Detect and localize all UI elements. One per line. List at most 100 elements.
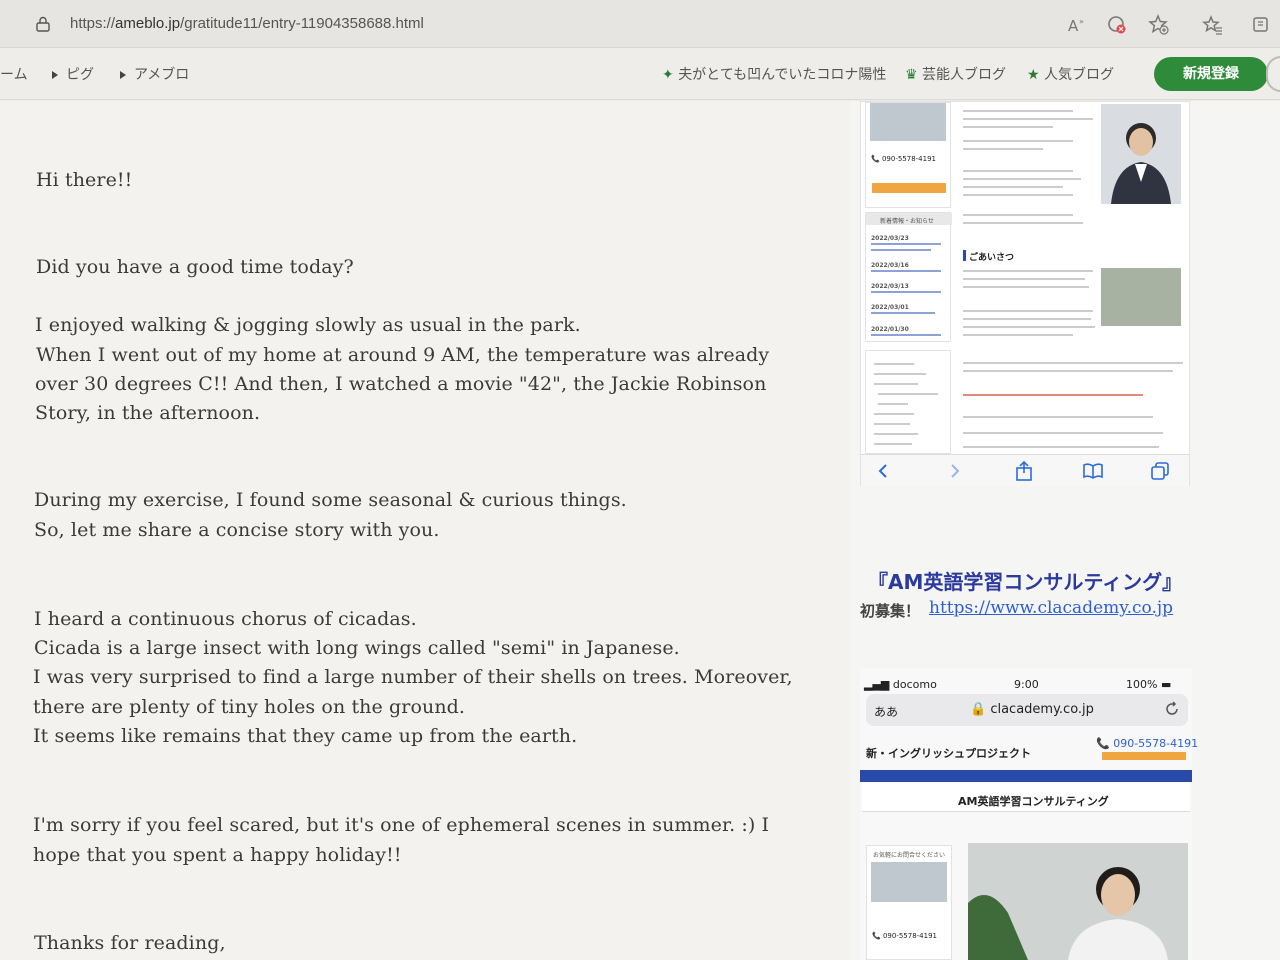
menu-line[interactable]: [878, 403, 908, 405]
text-line: [963, 148, 1043, 150]
phone-nav-bar[interactable]: [860, 770, 1192, 782]
svg-text:»: »: [1079, 17, 1084, 26]
am-consulting-title: 『AM英語学習コンサルティング』: [868, 570, 1183, 594]
paragraph-line: there are plenty of tiny holes on the gr…: [33, 696, 466, 718]
phone-number: 📞 090-5578-4191: [1096, 737, 1199, 750]
phone-time: 9:00: [1014, 678, 1039, 691]
phone-contact-heading: お気軽にお問合せください: [873, 852, 946, 859]
text-line: [963, 270, 1093, 272]
person-icon: [968, 867, 1168, 960]
favorites-icon[interactable]: [1202, 14, 1224, 36]
crown-icon: ♛: [905, 67, 923, 83]
heading-marker: [963, 250, 966, 261]
greeting-text: Hi there!!: [36, 169, 133, 191]
phone-project-title: 新・イングリッシュプロジェクト: [866, 747, 1031, 760]
contact-box: 📞 090-5578-4191: [865, 102, 951, 208]
contact-phone: 📞 090-5578-4191: [872, 932, 937, 940]
phone-contact-box: お気軽にお問合せください 📞 090-5578-4191: [866, 845, 952, 960]
menu-line[interactable]: [874, 423, 910, 425]
nav-home[interactable]: ーム: [0, 64, 28, 84]
menu-line[interactable]: [874, 413, 914, 415]
text-line: [963, 278, 1085, 280]
recruit-link[interactable]: https://www.clacademy.co.jp: [929, 598, 1173, 618]
sparkle-icon: ✦: [662, 67, 679, 83]
phone-banner: AM英語学習コンサルティング: [862, 782, 1190, 812]
nav-ameblo[interactable]: アメブロ: [120, 64, 189, 84]
text-line: [963, 222, 1083, 224]
tabs-icon[interactable]: [1151, 462, 1169, 480]
text-line: [963, 178, 1081, 180]
text-line: [963, 140, 1073, 142]
address-bar[interactable]: https://ameblo.jp/gratitude11/entry-1190…: [0, 0, 1280, 48]
nav-celebrity-blog[interactable]: ♛ 芸能人ブログ: [905, 64, 1006, 84]
news-link-line[interactable]: [871, 249, 931, 251]
news-date: 2022/03/23: [871, 235, 909, 242]
news-header: 新着情報・お知らせ: [880, 218, 934, 225]
url-prefix: https://: [70, 15, 116, 32]
back-icon[interactable]: [877, 464, 889, 478]
text-line: [963, 318, 1091, 320]
paragraph-line: I'm sorry if you feel scared, but it's o…: [33, 814, 770, 836]
paragraph-line: Story, in the afternoon.: [35, 402, 261, 424]
paragraph-line: over 30 degrees C!! And then, I watched …: [35, 373, 767, 395]
paragraph-line: I enjoyed walking & jogging slowly as us…: [35, 314, 581, 336]
nav-popular-blog[interactable]: ★ 人気ブログ: [1027, 64, 1114, 84]
nav-pigg[interactable]: ピグ: [52, 64, 94, 84]
news-link-line[interactable]: [871, 270, 941, 272]
phone-contact-button[interactable]: [1102, 752, 1186, 760]
paragraph-line: So, let me share a concise story with yo…: [34, 519, 440, 541]
signal-icon: ▂▄▆: [864, 678, 893, 691]
news-date: 2022/03/16: [871, 262, 909, 269]
favorite-add-icon[interactable]: [1148, 14, 1170, 36]
bookmarks-icon[interactable]: [1083, 463, 1103, 479]
share-icon[interactable]: [1015, 461, 1033, 481]
person-icon: [1111, 123, 1171, 204]
contact-button[interactable]: [872, 183, 946, 193]
lock-icon[interactable]: [36, 16, 50, 32]
news-date: 2022/01/30: [871, 326, 909, 333]
paragraph-line: Cicada is a large insect with long wings…: [34, 637, 680, 659]
collections-icon[interactable]: [1250, 14, 1272, 36]
menu-line[interactable]: [874, 383, 918, 385]
safari-toolbar: [861, 454, 1189, 486]
url-path: /gratitude11/entry-11904358688.html: [180, 15, 424, 32]
phone-number-text: 090-5578-4191: [1113, 737, 1199, 750]
text-line: [963, 186, 1063, 188]
paragraph-line: During my exercise, I found some seasona…: [34, 489, 627, 511]
battery-label: 100% ▬: [1126, 678, 1171, 691]
news-link-line[interactable]: [871, 243, 941, 245]
nav-popular-label: 人気ブログ: [1044, 67, 1115, 83]
menu-line[interactable]: [874, 433, 918, 435]
recruit-label: 初募集！: [860, 602, 921, 620]
news-box: 新着情報・お知らせ 2022/03/23 2022/03/16 2022/03/…: [865, 212, 952, 342]
menu-line[interactable]: [874, 363, 914, 365]
news-link-line[interactable]: [871, 334, 941, 336]
menu-line[interactable]: [874, 373, 926, 375]
text-line: [963, 194, 1073, 196]
tracking-icon[interactable]: [1106, 14, 1128, 36]
phone-address-bar[interactable]: ああ 🔒 clacademy.co.jp: [866, 694, 1188, 726]
forward-icon[interactable]: [949, 464, 961, 478]
text-line: [963, 118, 1093, 120]
news-link-line[interactable]: [871, 312, 935, 314]
read-aloud-icon[interactable]: A »: [1066, 14, 1088, 36]
nav-ameblo-label: アメブロ: [134, 67, 190, 83]
menu-line[interactable]: [874, 443, 912, 445]
url-text[interactable]: https://ameblo.jp/gratitude11/entry-1190…: [70, 15, 424, 32]
phone-site: 🔒 clacademy.co.jp: [970, 702, 1094, 717]
battery-level: 100%: [1126, 678, 1158, 691]
url-host: ameblo.jp: [115, 15, 181, 32]
reload-icon[interactable]: [1164, 701, 1180, 717]
news-link-line[interactable]: [871, 291, 941, 293]
register-button[interactable]: 新規登録: [1154, 57, 1268, 91]
profile-photo: [1101, 104, 1181, 204]
text-line: [963, 362, 1183, 364]
carrier-label: ▂▄▆ docomo: [864, 678, 937, 691]
nav-story-link[interactable]: ✦ 夫がとても凹んでいたコロナ陽性: [662, 64, 886, 84]
text-line: [963, 326, 1095, 328]
menu-line[interactable]: [878, 393, 938, 395]
contact-phone-number: 090-5578-4191: [882, 932, 937, 940]
text-line: [963, 370, 1173, 372]
phone-aa[interactable]: ああ: [874, 703, 898, 720]
paragraph-line: I heard a continuous chorus of cicadas.: [34, 608, 417, 630]
